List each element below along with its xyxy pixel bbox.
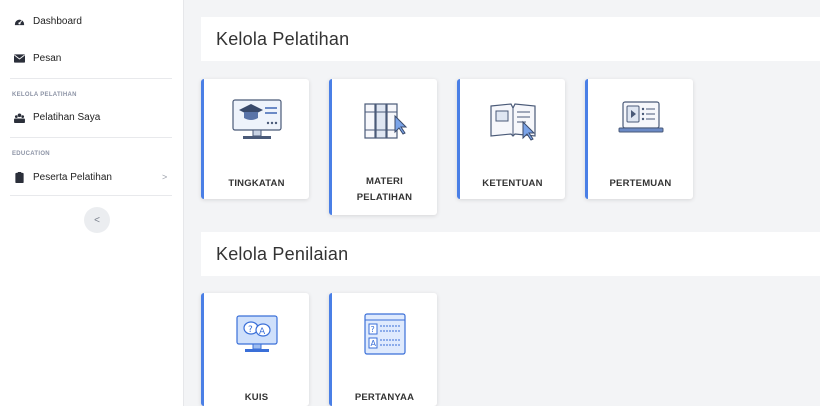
dashboard-icon [14, 16, 25, 27]
section-title: Kelola Pelatihan [216, 28, 350, 49]
card-pertemuan[interactable]: PERTEMUAN [585, 79, 693, 199]
sidebar-item-pelatihan-saya[interactable]: Pelatihan Saya [14, 112, 100, 123]
open-book-icon [460, 95, 565, 145]
sidebar-item-label: Dashboard [33, 16, 82, 27]
sidebar-item-label: Pelatihan Saya [33, 112, 101, 123]
sidebar-section-education: EDUCATION [12, 151, 50, 157]
card-pertanyaan[interactable]: ? A PERTANYAA [329, 293, 437, 406]
card-label: TINGKATAN [228, 178, 285, 189]
sidebar-section-kelola-pelatihan: KELOLA PELATIHAN [12, 92, 77, 98]
sidebar-item-peserta-pelatihan[interactable]: Peserta Pelatihan [14, 172, 112, 183]
sidebar-item-label: Pesan [33, 53, 62, 64]
card-label: KUIS [244, 392, 269, 403]
envelope-icon [14, 53, 25, 64]
sidebar-divider [10, 195, 172, 196]
svg-text:A: A [370, 339, 376, 348]
chevron-left-icon: < [94, 214, 100, 226]
card-materi-pelatihan[interactable]: MATERI PELATIHAN [329, 79, 437, 215]
sidebar: Dashboard Pesan KELOLA PELATIHAN Pelatih… [0, 0, 184, 406]
card-tingkatan[interactable]: TINGKATAN [201, 79, 309, 199]
section-header-kelola-penilaian: Kelola Penilaian [201, 232, 820, 276]
svg-text:?: ? [370, 325, 374, 334]
svg-text:?: ? [248, 325, 253, 335]
sidebar-item-label: Peserta Pelatihan [33, 172, 112, 183]
sidebar-collapse-button[interactable]: < [84, 207, 110, 233]
chevron-right-icon[interactable]: > [162, 172, 167, 182]
card-kuis[interactable]: ? A KUIS [201, 293, 309, 406]
card-label-line2: PELATIHAN [356, 192, 413, 203]
quiz-monitor-icon: ? A [204, 309, 309, 359]
sidebar-divider [10, 78, 172, 79]
sidebar-item-pesan[interactable]: Pesan [14, 53, 61, 64]
books-icon [332, 95, 437, 145]
sidebar-item-dashboard[interactable]: Dashboard [14, 16, 82, 27]
section-header-kelola-pelatihan: Kelola Pelatihan [201, 17, 820, 61]
clipboard-icon [14, 172, 25, 183]
card-ketentuan[interactable]: KETENTUAN [457, 79, 565, 199]
svg-text:A: A [259, 327, 266, 337]
users-icon [14, 112, 25, 123]
sidebar-divider [10, 137, 172, 138]
card-label: MATERI [366, 176, 403, 187]
video-lesson-icon [588, 95, 693, 145]
question-form-icon: ? A [332, 309, 437, 359]
section-title: Kelola Penilaian [216, 243, 349, 264]
card-label: KETENTUAN [482, 178, 543, 189]
card-label: PERTEMUAN [609, 178, 672, 189]
graduation-monitor-icon [204, 95, 309, 145]
card-label: PERTANYAA [354, 392, 415, 403]
